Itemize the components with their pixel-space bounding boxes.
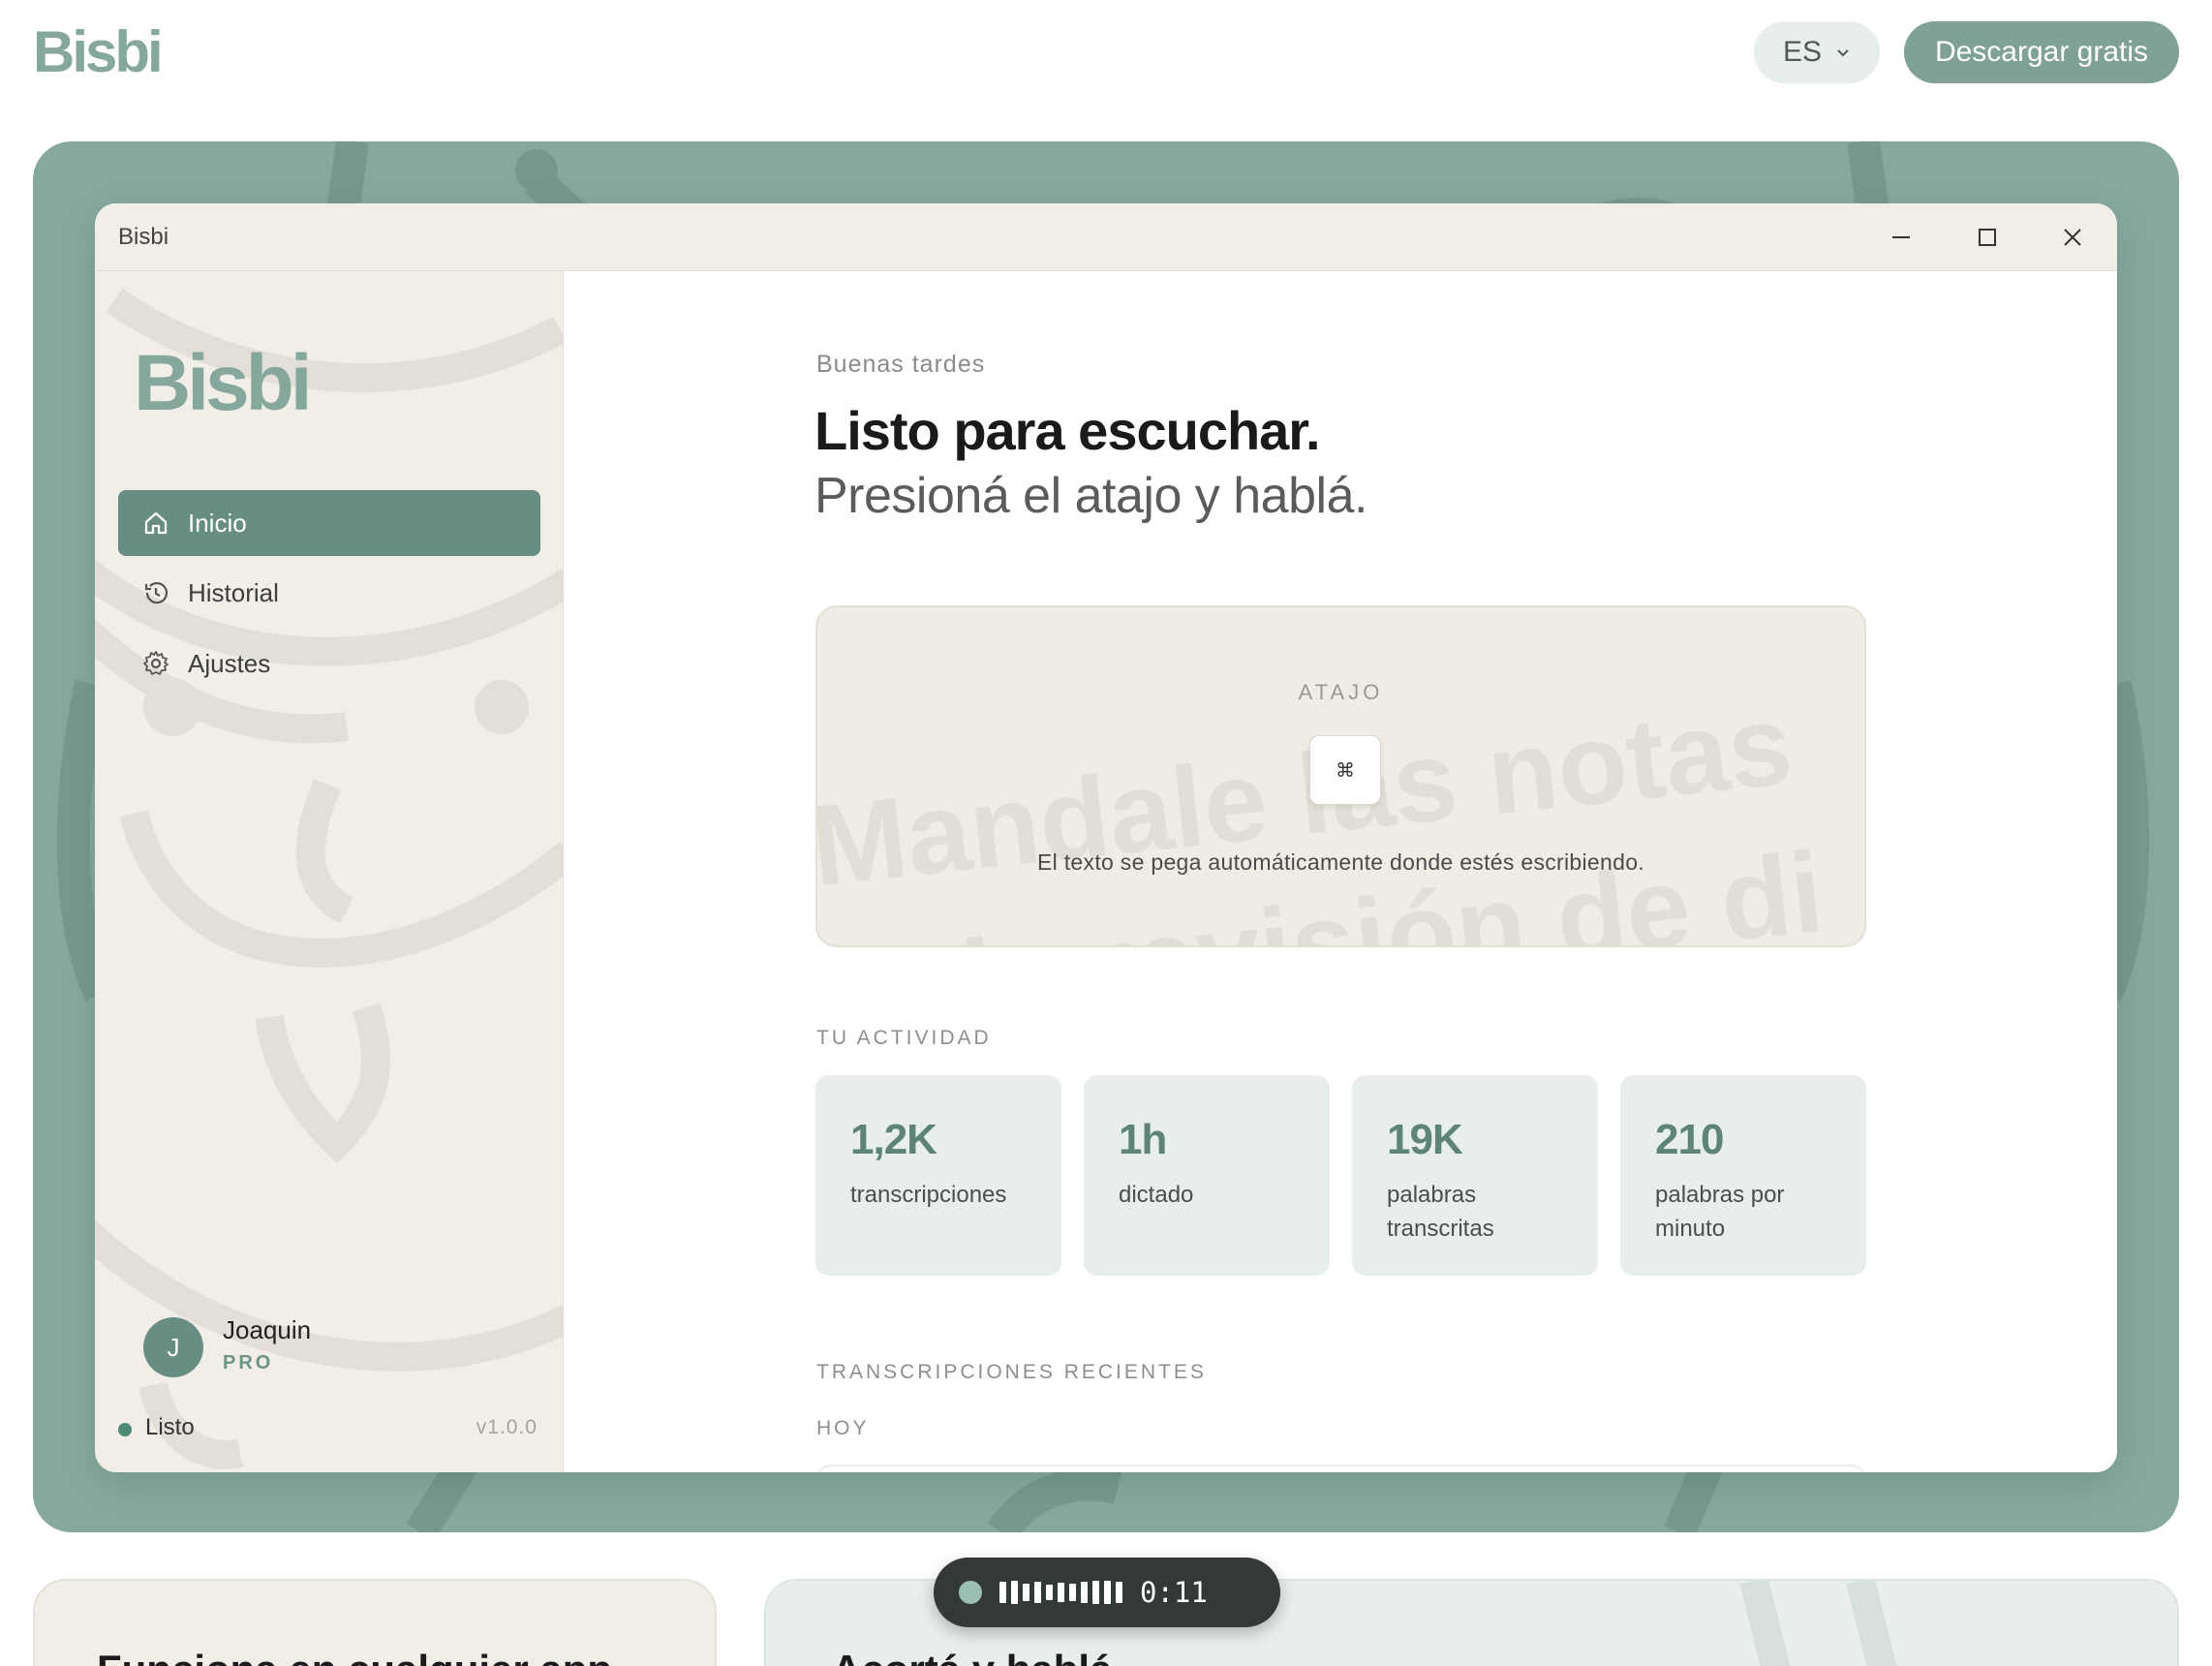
recording-timer: 0:11: [1140, 1576, 1208, 1609]
main-content: Buenas tardes Listo para escuchar. Presi…: [565, 271, 2117, 1472]
window-titlebar[interactable]: Bisbi: [95, 203, 2117, 271]
gear-icon: [143, 651, 169, 675]
sidebar-logo: Bisbi: [134, 339, 312, 427]
close-icon: [2064, 229, 2081, 246]
recent-section-label: TRANSCRIPCIONES RECIENTES: [816, 1361, 1207, 1383]
feature-title: Funciona en cualquier app: [97, 1647, 612, 1666]
stat-card-ppm: 210 palabras por minuto: [1620, 1075, 1866, 1276]
language-selector[interactable]: ES: [1754, 21, 1880, 83]
sidebar-item-inicio[interactable]: Inicio: [118, 490, 540, 556]
window-title: Bisbi: [118, 224, 169, 250]
feature-title: Acortá y hablá: [832, 1647, 1112, 1666]
close-button[interactable]: [2051, 218, 2094, 257]
feature-card-apps: Funciona en cualquier app: [33, 1579, 717, 1666]
minimize-button[interactable]: [1880, 218, 1922, 257]
version-label: v1.0.0: [476, 1416, 538, 1438]
avatar[interactable]: J: [143, 1317, 203, 1377]
today-label: HOY: [816, 1417, 870, 1439]
stat-label: dictado: [1119, 1182, 1194, 1208]
shortcut-label: ATAJO: [1298, 680, 1384, 704]
site-logo[interactable]: Bisbi: [33, 14, 164, 91]
stat-label: palabras transcritas: [1387, 1182, 1494, 1242]
sidebar-item-historial[interactable]: Historial: [118, 560, 540, 626]
stat-value: 19K: [1387, 1116, 1463, 1163]
sidebar-item-label: Ajustes: [188, 648, 271, 678]
greeting: Buenas tardes: [816, 351, 986, 378]
home-icon: [144, 511, 168, 535]
stat-label: palabras por minuto: [1655, 1182, 1785, 1242]
user-name: Joaquin: [223, 1315, 312, 1344]
shortcut-key[interactable]: ⌘: [1309, 735, 1381, 805]
stat-value: 1,2K: [850, 1116, 937, 1163]
sidebar-item-label: Historial: [188, 577, 279, 607]
list-item[interactable]: [815, 1465, 1866, 1472]
sidebar-item-label: Inicio: [188, 508, 247, 538]
download-button[interactable]: Descargar gratis: [1904, 21, 2179, 83]
status-indicator: [118, 1423, 132, 1436]
stat-card-dictado: 1h dictado: [1084, 1075, 1330, 1276]
language-label: ES: [1782, 36, 1823, 68]
sidebar-item-ajustes[interactable]: Ajustes: [118, 631, 540, 696]
stat-value: 210: [1655, 1116, 1724, 1163]
maximize-button[interactable]: [1966, 218, 2009, 257]
site-header: Bisbi ES Descargar gratis: [0, 0, 2212, 107]
maximize-icon: [1979, 229, 1996, 246]
plan-badge: PRO: [223, 1352, 274, 1373]
chevron-down-icon: [1837, 49, 1849, 57]
page-subtitle: Presioná el atajo y hablá.: [814, 468, 1367, 524]
app-window: Bisbi Bisbi Inicio Historial Ajustes J J…: [95, 203, 2117, 1472]
activity-section-label: TU ACTIVIDAD: [816, 1027, 992, 1049]
stat-card-transcripciones: 1,2K transcripciones: [815, 1075, 1061, 1276]
stat-label: transcripciones: [850, 1182, 1007, 1208]
stat-value: 1h: [1119, 1116, 1167, 1163]
recording-indicator[interactable]: 0:11: [934, 1558, 1280, 1627]
page-title: Listo para escuchar.: [814, 400, 1321, 461]
sidebar: Bisbi Inicio Historial Ajustes J Joaquin…: [95, 271, 564, 1472]
status-text: Listo: [145, 1414, 195, 1440]
shortcut-description: El texto se pega automáticamente donde e…: [1037, 849, 1644, 875]
minimize-icon: [1892, 236, 1910, 238]
shortcut-card: Mandale las notas de la revisión de di A…: [815, 605, 1866, 947]
sidebar-decoration: [95, 288, 563, 1469]
history-icon: [144, 582, 169, 604]
stat-card-palabras: 19K palabras transcritas: [1352, 1075, 1598, 1276]
waveform: [999, 1581, 1122, 1604]
recording-dot: [959, 1581, 982, 1604]
